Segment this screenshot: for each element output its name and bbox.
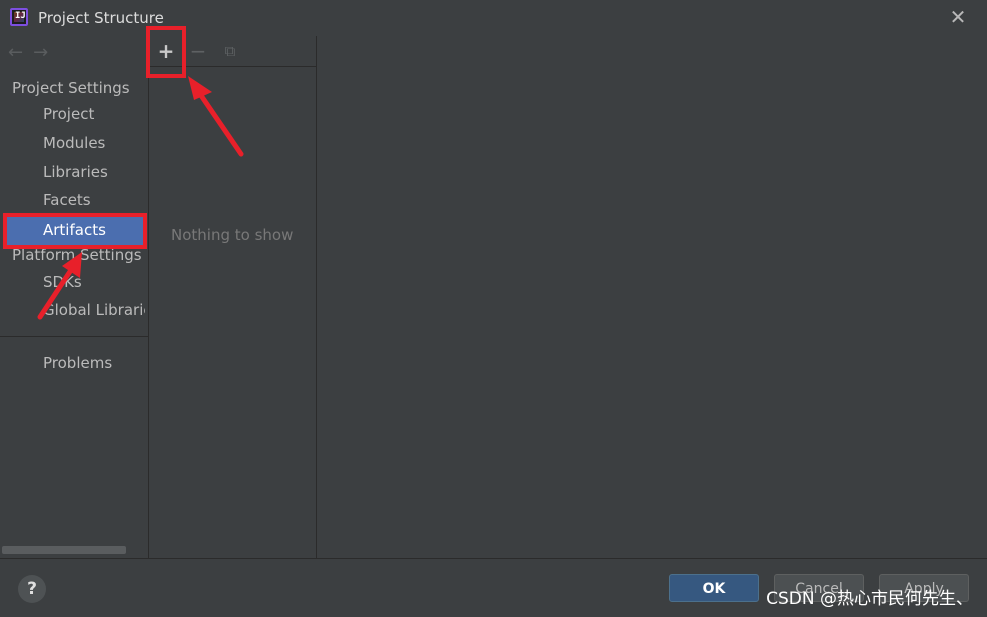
sidebar-item-project[interactable]: Project [5,99,145,129]
sidebar-item-sdks[interactable]: SDKs [5,267,145,297]
sidebar-item-global-libraries[interactable]: Global Libraries [5,295,145,325]
sidebar-item-libraries[interactable]: Libraries [5,157,145,187]
title-bar: IJ Project Structure ✕ [0,0,987,36]
sidebar-item-problems[interactable]: Problems [5,348,145,378]
sidebar-divider [0,336,148,337]
copy-icon[interactable]: ⧉ [219,40,241,62]
window-title: Project Structure [38,9,164,27]
add-icon[interactable]: + [155,40,177,62]
sidebar-item-artifacts[interactable]: Artifacts [5,215,145,245]
artifacts-toolbar: + − ⧉ [149,36,316,67]
close-icon[interactable]: ✕ [949,7,967,27]
empty-list-text: Nothing to show [171,226,294,244]
remove-icon[interactable]: − [187,40,209,62]
sidebar: ← → Project Settings Project Modules Libr… [0,36,149,558]
intellij-app-icon: IJ [10,8,28,26]
sidebar-horizontal-scrollbar[interactable] [2,546,126,554]
app-icon-text: IJ [15,11,26,21]
artifacts-list-panel: + − ⧉ Nothing to show [149,36,317,558]
project-settings-header: Project Settings [12,79,130,97]
ok-button[interactable]: OK [669,574,759,602]
csdn-watermark: CSDN @热心市民何先生、 [766,589,973,609]
dialog-footer: ? OK Cancel Apply CSDN @热心市民何先生、 [0,558,987,617]
back-arrow-icon[interactable]: ← [8,42,23,63]
platform-settings-header: Platform Settings [12,246,142,264]
forward-arrow-icon[interactable]: → [33,42,48,63]
nav-arrows: ← → [8,42,58,63]
detail-panel [317,36,987,558]
sidebar-item-modules[interactable]: Modules [5,128,145,158]
sidebar-item-facets[interactable]: Facets [5,185,145,215]
help-button[interactable]: ? [18,575,46,603]
